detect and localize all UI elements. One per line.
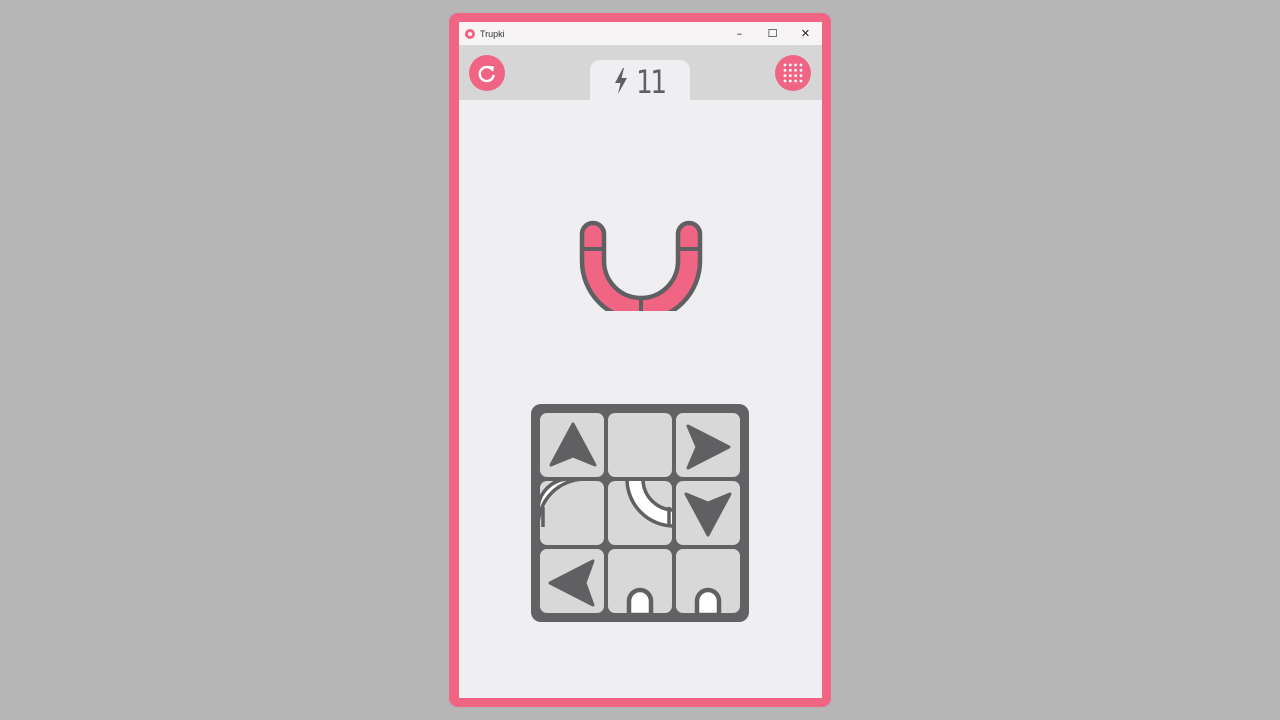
target-shape xyxy=(579,220,703,311)
app-logo-icon xyxy=(465,28,475,39)
tile-arrow-right[interactable] xyxy=(676,413,740,477)
arrow-up-icon xyxy=(549,422,597,467)
pipe-end-cap-icon xyxy=(694,587,722,613)
grid-menu-icon xyxy=(783,63,803,83)
moves-count: 11 xyxy=(636,63,667,101)
tile-arrow-down[interactable] xyxy=(676,481,740,545)
tile-end-cap[interactable] xyxy=(608,549,672,613)
close-button[interactable]: ✕ xyxy=(789,22,822,45)
title-bar[interactable]: Trupki – ☐ ✕ xyxy=(459,22,822,45)
tile-curve-left[interactable] xyxy=(540,481,604,545)
window-title: Trupki xyxy=(480,28,505,39)
lightning-icon xyxy=(615,68,628,94)
pipe-curve-icon xyxy=(625,481,672,528)
tile-empty[interactable] xyxy=(608,413,672,477)
restart-icon xyxy=(478,65,495,83)
tile-arrow-left[interactable] xyxy=(540,549,604,613)
tile-arrow-up[interactable] xyxy=(540,413,604,477)
tile-curve-right[interactable] xyxy=(608,481,672,545)
moves-counter: 11 xyxy=(590,60,690,100)
arrow-left-icon xyxy=(548,559,595,607)
level-menu-button[interactable] xyxy=(775,55,811,91)
u-pipe-shape xyxy=(579,220,703,311)
pipe-end-cap-icon xyxy=(626,587,654,613)
game-header: 11 xyxy=(459,45,822,100)
arrow-down-icon xyxy=(684,492,732,537)
tile-end-cap[interactable] xyxy=(676,549,740,613)
puzzle-board xyxy=(531,404,749,622)
app-window: Trupki – ☐ ✕ 11 xyxy=(459,22,822,698)
arrow-right-icon xyxy=(686,424,731,470)
minimize-button[interactable]: – xyxy=(723,22,756,45)
pipe-curve-icon xyxy=(540,481,581,527)
window-controls: – ☐ ✕ xyxy=(723,22,822,45)
restart-button[interactable] xyxy=(469,55,505,91)
maximize-button[interactable]: ☐ xyxy=(756,22,789,45)
